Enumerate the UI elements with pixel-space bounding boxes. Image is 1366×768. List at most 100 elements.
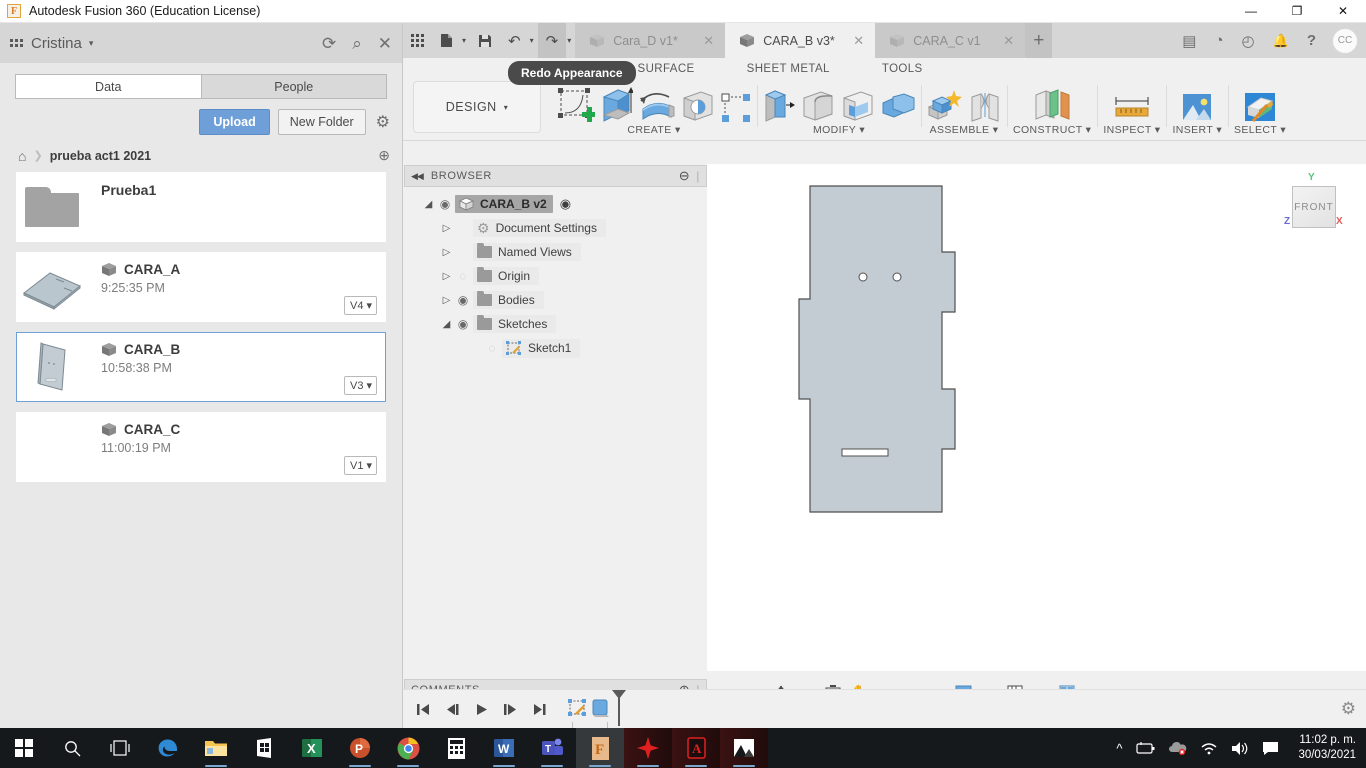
ribbon-group-label[interactable]: CONSTRUCT ▾ xyxy=(1013,124,1091,136)
search-taskbar-icon[interactable] xyxy=(48,728,96,768)
offset-plane-icon[interactable] xyxy=(1032,89,1072,123)
ribbon-group-label[interactable]: CREATE ▾ xyxy=(627,124,680,136)
onedrive-error-icon[interactable] xyxy=(1168,741,1187,755)
close-icon[interactable]: ✕ xyxy=(998,33,1019,49)
microsoft-store-icon[interactable] xyxy=(240,728,288,768)
press-pull-icon[interactable] xyxy=(763,87,795,123)
home-icon[interactable]: ⌂ xyxy=(18,148,26,164)
file-explorer-icon[interactable] xyxy=(192,728,240,768)
fillet-icon[interactable] xyxy=(801,89,835,123)
revolve-icon[interactable] xyxy=(639,89,675,123)
tree-node-chip[interactable]: Named Views xyxy=(473,243,581,261)
document-tab-cara-c[interactable]: CARA_C v1 ✕ xyxy=(875,23,1026,58)
tree-node-sketch1[interactable]: ◌ Sketch1 xyxy=(404,336,707,360)
expand-triangle-icon[interactable]: ▷ xyxy=(440,271,453,282)
close-icon[interactable]: ✕ xyxy=(848,33,869,49)
timeline-marker[interactable] xyxy=(612,690,626,726)
excel-icon[interactable]: X xyxy=(288,728,336,768)
upload-button[interactable]: Upload xyxy=(199,109,270,135)
tree-node-chip[interactable]: CARA_B v2 xyxy=(455,195,553,213)
tree-node-named-views[interactable]: ▷ Named Views xyxy=(404,240,707,264)
tree-node-chip[interactable]: Sketches xyxy=(473,315,557,333)
tree-node-chip[interactable]: Bodies xyxy=(473,291,544,309)
avatar[interactable]: CC xyxy=(1332,27,1358,54)
view-cube-front-face[interactable]: FRONT xyxy=(1292,186,1336,228)
team-chevron-down-icon[interactable]: ▾ xyxy=(89,38,94,49)
fusion360-icon[interactable]: F xyxy=(576,728,624,768)
new-folder-button[interactable]: New Folder xyxy=(277,109,366,135)
ribbon-tab-sheet-metal[interactable]: SHEET METAL xyxy=(721,63,856,75)
tree-node-sketches[interactable]: ◢ ◉ Sketches xyxy=(404,312,707,336)
expand-triangle-icon[interactable]: ▷ xyxy=(440,247,453,258)
expand-triangle-icon[interactable]: ◢ xyxy=(422,199,435,210)
joint-icon[interactable] xyxy=(969,91,1001,123)
ribbon-group-label[interactable]: INSPECT ▾ xyxy=(1103,124,1160,136)
version-badge[interactable]: V4 ▾ xyxy=(344,296,377,315)
create-sketch-icon[interactable] xyxy=(557,87,595,123)
collapse-browser-icon[interactable]: ◀◀ xyxy=(411,171,424,182)
refresh-icon[interactable]: ⟳ xyxy=(322,35,336,52)
photos-icon[interactable] xyxy=(720,728,768,768)
version-badge[interactable]: V3 ▾ xyxy=(344,376,377,395)
combine-icon[interactable] xyxy=(881,93,915,123)
task-view-icon[interactable] xyxy=(96,728,144,768)
shell-icon[interactable] xyxy=(841,89,875,123)
calculator-icon[interactable] xyxy=(432,728,480,768)
job-status-icon[interactable]: ◴ xyxy=(1234,23,1263,58)
list-item[interactable]: CARA_C 11:00:19 PM V1 ▾ xyxy=(16,412,386,482)
insert-image-icon[interactable] xyxy=(1180,91,1214,123)
ribbon-group-label[interactable]: SELECT ▾ xyxy=(1234,124,1286,136)
expand-triangle-icon[interactable]: ◢ xyxy=(440,319,453,330)
save-icon[interactable] xyxy=(470,23,500,58)
new-file-icon[interactable] xyxy=(432,23,461,58)
workspace-switcher[interactable]: DESIGN ▾ xyxy=(413,81,541,133)
visibility-eye-icon[interactable]: ◉ xyxy=(453,293,473,307)
activate-component-radio[interactable]: ◉ xyxy=(560,196,571,212)
tree-node-chip[interactable]: Sketch1 xyxy=(502,338,581,358)
close-icon[interactable]: ✕ xyxy=(698,33,719,49)
undo-icon[interactable]: ↶ xyxy=(500,23,529,58)
ribbon-group-label[interactable]: ASSEMBLE ▾ xyxy=(930,124,999,136)
redo-icon[interactable]: ↷ xyxy=(537,23,567,58)
document-tab-cara-b[interactable]: CARA_B v3* ✕ xyxy=(725,23,876,58)
select-icon[interactable] xyxy=(1243,91,1277,123)
expand-triangle-icon[interactable]: ▷ xyxy=(440,223,453,234)
extrude-icon[interactable] xyxy=(601,85,633,123)
sheet-metal-body[interactable] xyxy=(797,184,977,514)
timeline-settings-gear-icon[interactable]: ⚙ xyxy=(1341,699,1356,719)
minimize-button[interactable]: — xyxy=(1228,0,1274,23)
tree-node-origin[interactable]: ▷ ◌ Origin xyxy=(404,264,707,288)
list-item-selected[interactable]: CARA_B 10:58:38 PM V3 ▾ xyxy=(16,332,386,402)
help-globe-icon[interactable]: ◔ xyxy=(1206,23,1231,58)
taskbar-clock[interactable]: 11:02 p. m. 30/03/2021 xyxy=(1292,733,1356,763)
measure-icon[interactable] xyxy=(1112,93,1152,123)
ribbon-group-label[interactable]: INSERT ▾ xyxy=(1172,124,1222,136)
go-to-beginning-button[interactable] xyxy=(411,697,435,721)
new-component-icon[interactable] xyxy=(927,89,963,123)
globe-icon[interactable]: ⊕ xyxy=(378,147,390,164)
notifications-bell-icon[interactable]: 🔔 xyxy=(1265,23,1297,58)
powerpoint-icon[interactable]: P xyxy=(336,728,384,768)
search-icon[interactable]: ⌕ xyxy=(352,35,362,52)
browser-resize-grip[interactable]: | xyxy=(696,169,700,183)
show-hidden-icons-chevron[interactable]: ^ xyxy=(1116,741,1122,756)
close-button[interactable]: ✕ xyxy=(1320,0,1366,23)
wifi-icon[interactable] xyxy=(1200,741,1218,755)
visibility-eye-icon[interactable]: ◉ xyxy=(435,197,455,211)
go-to-end-button[interactable] xyxy=(527,697,551,721)
tree-node-bodies[interactable]: ▷ ◉ Bodies xyxy=(404,288,707,312)
version-badge[interactable]: V1 ▾ xyxy=(344,456,377,475)
team-grid-icon[interactable] xyxy=(10,39,23,47)
visibility-eye-off-icon[interactable]: ◌ xyxy=(482,341,502,355)
play-button[interactable] xyxy=(469,697,493,721)
tree-node-cara-b[interactable]: ◢ ◉ CARA_B v2 ◉ xyxy=(404,192,707,216)
start-button[interactable] xyxy=(0,728,48,768)
document-tab-cara-d[interactable]: Cara_D v1* ✕ xyxy=(575,23,726,58)
pattern-icon[interactable] xyxy=(721,93,751,123)
list-item[interactable]: Prueba1 xyxy=(16,172,386,242)
3d-canvas[interactable]: FRONT Y X Z xyxy=(707,164,1366,671)
breadcrumb-current-path[interactable]: prueba act1 2021 xyxy=(50,149,151,163)
chrome-icon[interactable] xyxy=(384,728,432,768)
new-file-chevron-down-icon[interactable]: ▾ xyxy=(461,36,470,45)
view-cube[interactable]: FRONT Y X Z xyxy=(1282,172,1344,234)
